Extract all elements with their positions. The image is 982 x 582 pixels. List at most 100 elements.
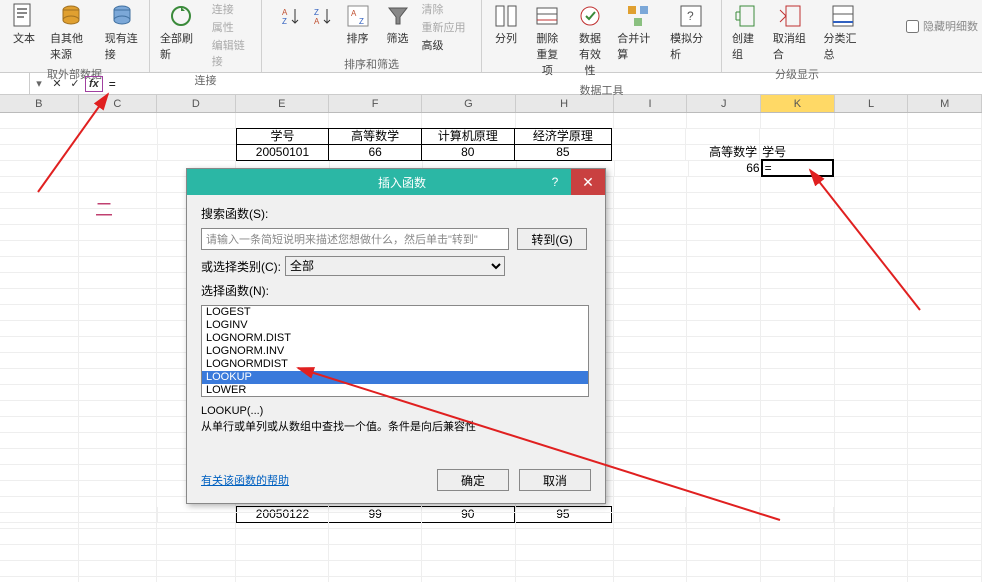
table-header[interactable]: 高等数学: [328, 128, 422, 145]
function-list[interactable]: LOGESTLOGINVLOGNORM.DISTLOGNORM.INVLOGNO…: [201, 305, 589, 397]
consolidate-button[interactable]: 合并计算: [611, 0, 664, 64]
data-validation-button[interactable]: 数据 有效性: [569, 0, 612, 80]
col-header[interactable]: L: [835, 95, 909, 112]
advanced-filter-button[interactable]: 高级: [418, 36, 470, 54]
table-header[interactable]: 学号: [236, 128, 330, 145]
clear-filter-button: 清除: [418, 0, 470, 18]
ungroup-button[interactable]: 取消组合: [767, 0, 818, 64]
category-label: 或选择类别(C):: [201, 258, 281, 275]
btn-label: 删除 重复项: [532, 30, 563, 78]
col-header[interactable]: G: [422, 95, 515, 112]
active-cell[interactable]: =: [761, 159, 835, 177]
validation-icon: [576, 2, 604, 30]
btn-label: 筛选: [387, 30, 409, 46]
svg-text:?: ?: [687, 9, 694, 23]
sort-button[interactable]: AZ 排序: [338, 0, 378, 48]
name-dropdown[interactable]: ▾: [30, 73, 48, 94]
side-header[interactable]: 高等数学: [686, 145, 760, 161]
name-box[interactable]: [0, 73, 30, 94]
group-button[interactable]: 创建组: [726, 0, 767, 64]
svg-text:Z: Z: [282, 17, 287, 26]
existing-conn-icon: [108, 2, 136, 30]
text-to-columns-button[interactable]: 分列: [486, 0, 526, 48]
hide-detail-checkbox[interactable]: [906, 20, 919, 33]
function-item[interactable]: LOWER: [202, 384, 588, 397]
table-header[interactable]: 计算机原理: [421, 128, 515, 145]
function-item[interactable]: LOGEST: [202, 306, 588, 319]
dialog-help-button[interactable]: ?: [541, 169, 569, 195]
col-header[interactable]: J: [687, 95, 761, 112]
select-fn-label: 选择函数(N):: [201, 282, 591, 299]
existing-connections-button[interactable]: 现有连接: [99, 0, 145, 64]
whatif-button[interactable]: ? 模拟分析: [664, 0, 717, 64]
ungroup-icon: [778, 2, 806, 30]
btn-label: 模拟分析: [670, 30, 711, 62]
group-icon: [732, 2, 760, 30]
col-header[interactable]: D: [157, 95, 236, 112]
table-header[interactable]: 经济学原理: [514, 128, 613, 145]
text-to-col-icon: [492, 2, 520, 30]
table-cell[interactable]: 80: [421, 144, 515, 161]
insert-function-dialog: 插入函数 ? ✕ 搜索函数(S): 转到(G) 或选择类别(C): 全部 选择函…: [186, 168, 606, 504]
properties-button: 属性: [208, 18, 257, 36]
col-header[interactable]: M: [908, 95, 982, 112]
sort-za-icon: ZA: [312, 6, 332, 26]
connections-button: 连接: [208, 0, 257, 18]
filter-icon: [384, 2, 412, 30]
col-header[interactable]: F: [329, 95, 422, 112]
subtotal-button[interactable]: 分类汇总: [817, 0, 868, 64]
svg-text:Z: Z: [359, 17, 364, 26]
sort-asc-button[interactable]: AZ: [274, 0, 306, 28]
goto-button[interactable]: 转到(G): [517, 228, 587, 250]
formula-input[interactable]: =: [103, 77, 982, 91]
refresh-all-button[interactable]: 全部刷新: [154, 0, 208, 64]
col-header[interactable]: E: [236, 95, 329, 112]
accept-formula-button[interactable]: ✓: [66, 73, 84, 94]
col-header[interactable]: B: [0, 95, 79, 112]
category-select[interactable]: 全部: [285, 256, 505, 276]
column-headers: B C D E F G H I J K L M: [0, 95, 982, 113]
dialog-title: 插入函数: [378, 174, 426, 191]
function-item[interactable]: LOGNORM.DIST: [202, 332, 588, 345]
btn-label: 全部刷新: [160, 30, 202, 62]
from-other-sources-button[interactable]: 自其他来源: [44, 0, 99, 64]
col-header[interactable]: I: [614, 95, 688, 112]
function-item[interactable]: LOOKUP: [202, 371, 588, 384]
sort-icon: AZ: [344, 2, 372, 30]
other-sources-icon: [57, 2, 85, 30]
table-cell[interactable]: 66: [328, 144, 422, 161]
col-header[interactable]: K: [761, 95, 835, 112]
ok-button[interactable]: 确定: [437, 469, 509, 491]
edit-links-button: 编辑链接: [208, 36, 257, 70]
function-signature: LOOKUP(...): [201, 403, 591, 419]
ribbon: 文本 自其他来源 现有连接 取外部数据 全部刷新: [0, 0, 982, 73]
col-header[interactable]: C: [79, 95, 158, 112]
search-input[interactable]: [201, 228, 509, 250]
cancel-button[interactable]: 取消: [519, 469, 591, 491]
svg-text:A: A: [282, 8, 288, 17]
side-value[interactable]: 66: [689, 161, 763, 177]
dialog-close-button[interactable]: ✕: [571, 169, 605, 195]
svg-text:A: A: [351, 9, 357, 18]
btn-label: 取消组合: [773, 30, 812, 62]
function-item[interactable]: LOGINV: [202, 319, 588, 332]
reapply-button: 重新应用: [418, 18, 470, 36]
table-cell[interactable]: 20050101: [236, 144, 330, 161]
hide-detail-toggle[interactable]: 隐藏明细数: [906, 18, 978, 34]
consolidate-icon: [624, 2, 652, 30]
filter-button[interactable]: 筛选: [378, 0, 418, 48]
cancel-formula-button[interactable]: ✕: [48, 73, 66, 94]
btn-label: 现有连接: [105, 30, 139, 62]
function-item[interactable]: LOGNORMDIST: [202, 358, 588, 371]
col-header[interactable]: H: [516, 95, 614, 112]
sort-desc-button[interactable]: ZA: [306, 0, 338, 28]
svg-text:A: A: [314, 17, 320, 26]
dialog-title-bar[interactable]: 插入函数 ? ✕: [187, 169, 605, 195]
table-cell[interactable]: 85: [514, 144, 613, 161]
remove-duplicates-button[interactable]: 删除 重复项: [526, 0, 569, 80]
function-item[interactable]: LOGNORM.INV: [202, 345, 588, 358]
refresh-icon: [167, 2, 195, 30]
from-text-button[interactable]: 文本: [4, 0, 44, 48]
help-link[interactable]: 有关该函数的帮助: [201, 472, 289, 488]
insert-function-button[interactable]: fx: [85, 76, 103, 92]
